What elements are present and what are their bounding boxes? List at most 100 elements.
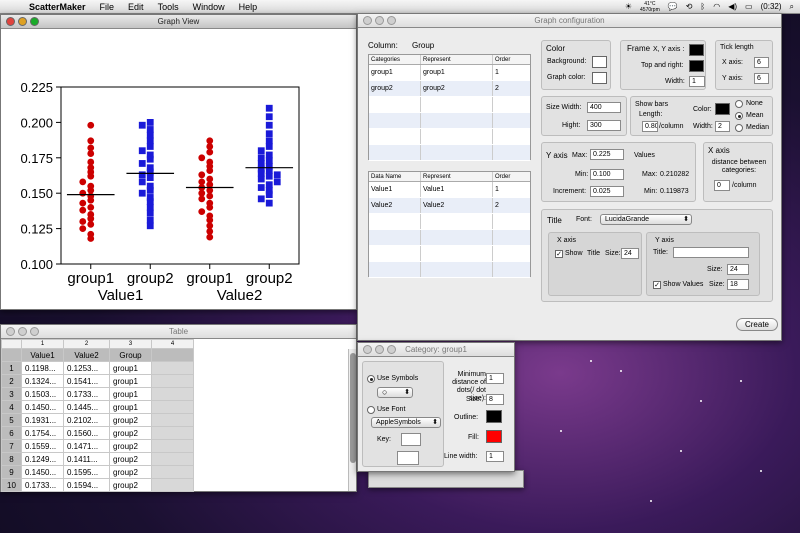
list-item[interactable]	[369, 129, 530, 145]
table-row[interactable]: 5 0.1931... 0.2102... group2	[1, 413, 349, 427]
minimize-icon[interactable]	[18, 327, 27, 336]
table-cell[interactable]: group1	[109, 387, 152, 401]
scroll-thumb[interactable]	[350, 353, 356, 463]
menu-edit[interactable]: Edit	[121, 2, 151, 12]
menu-window[interactable]: Window	[186, 2, 232, 12]
header-represent[interactable]: Represent	[421, 172, 493, 181]
battery-time[interactable]: (0:32)	[761, 2, 782, 11]
close-icon[interactable]	[6, 17, 15, 26]
table-cell[interactable]: 0.1541...	[63, 374, 110, 388]
key-field[interactable]	[401, 433, 421, 446]
bars-median-radio[interactable]	[735, 124, 743, 132]
table-cell[interactable]	[151, 452, 194, 466]
list-item[interactable]	[369, 214, 530, 230]
close-icon[interactable]	[6, 327, 15, 336]
table-cell[interactable]	[151, 465, 194, 479]
table-cell[interactable]: group2	[109, 478, 152, 492]
table-cell[interactable]: 0.1450...	[21, 400, 64, 414]
table-cell[interactable]: group2	[109, 439, 152, 453]
table-cell[interactable]: 0.1253...	[63, 361, 110, 375]
use-symbols-radio[interactable]	[367, 375, 375, 383]
menu-help[interactable]: Help	[232, 2, 265, 12]
x-distance-field[interactable]: 0	[714, 180, 730, 191]
font-popup[interactable]: AppleSymbols	[371, 417, 441, 428]
x-show-checkbox[interactable]: ✓	[555, 250, 563, 258]
table-cell[interactable]: 0.1931...	[21, 413, 64, 427]
create-button[interactable]: Create	[736, 318, 778, 331]
temp-readout[interactable]: 41°C 4570rpm	[640, 1, 660, 13]
header-order[interactable]: Order	[493, 55, 530, 64]
timemachine-icon[interactable]: ⟲	[686, 2, 693, 11]
y-max-field[interactable]: 0.225	[590, 149, 624, 160]
table-cell[interactable]: 0.1445...	[63, 400, 110, 414]
zoom-icon[interactable]	[30, 327, 39, 336]
list-item[interactable]	[369, 113, 530, 129]
y-size-field[interactable]: 24	[727, 264, 749, 275]
table-cell[interactable]: 0.1471...	[63, 439, 110, 453]
close-icon[interactable]	[363, 345, 372, 354]
graph-color-swatch[interactable]	[592, 72, 607, 84]
table-row[interactable]: 3 0.1503... 0.1733... group1	[1, 387, 349, 401]
table-cell[interactable]: group1	[109, 400, 152, 414]
tick-x-field[interactable]: 6	[754, 57, 769, 68]
fill-color-swatch[interactable]	[486, 430, 502, 443]
table-cell[interactable]: 0.1733...	[21, 478, 64, 492]
bluetooth-icon[interactable]: ᛒ	[700, 2, 705, 11]
table-cell[interactable]	[151, 439, 194, 453]
header-categories[interactable]: Categories	[369, 55, 421, 64]
volume-icon[interactable]: ◀)	[728, 2, 737, 11]
table-cell[interactable]: 0.1450...	[21, 465, 64, 479]
table-cell[interactable]: 0.1198...	[21, 361, 64, 375]
table-cell[interactable]: group1	[109, 374, 152, 388]
zoom-icon[interactable]	[387, 345, 396, 354]
table-row[interactable]: 8 0.1249... 0.1411... group2	[1, 452, 349, 466]
menu-file[interactable]: File	[93, 2, 122, 12]
chat-icon[interactable]: 💬	[668, 2, 678, 11]
tick-y-field[interactable]: 6	[754, 73, 769, 84]
table-row[interactable]: 9 0.1450... 0.1595... group2	[1, 465, 349, 479]
min-distance-field[interactable]: 1	[486, 373, 504, 384]
table-cell[interactable]	[151, 400, 194, 414]
size-width-field[interactable]: 400	[587, 102, 621, 113]
table-row[interactable]: 10 0.1733... 0.1594... group2	[1, 478, 349, 492]
header-represent[interactable]: Represent	[421, 55, 493, 64]
y-title-field[interactable]	[673, 247, 749, 258]
table-cell[interactable]	[151, 387, 194, 401]
minimize-icon[interactable]	[375, 16, 384, 25]
line-width-field[interactable]: 1	[486, 451, 504, 462]
bar-width-field[interactable]: 2	[715, 121, 730, 132]
table-cell[interactable]: 0.2102...	[63, 413, 110, 427]
xy-axis-color-swatch[interactable]	[689, 44, 704, 56]
header-cell[interactable]: Value1	[21, 348, 64, 362]
table-cell[interactable]: 0.1503...	[21, 387, 64, 401]
table-row[interactable]: 6 0.1754... 0.1560... group2	[1, 426, 349, 440]
header-cell[interactable]: Group	[109, 348, 152, 362]
symbol-popup[interactable]: ○	[377, 387, 413, 398]
table-scrollbar[interactable]	[348, 349, 356, 491]
config-titlebar[interactable]: Graph configuration	[358, 14, 781, 28]
list-item[interactable]	[369, 145, 530, 161]
top-right-color-swatch[interactable]	[689, 60, 704, 72]
bar-length-field[interactable]: 0.80	[642, 121, 658, 132]
table-row[interactable]: 1 0.1198... 0.1253... group1	[1, 361, 349, 375]
y-increment-field[interactable]: 0.025	[590, 186, 624, 197]
list-item[interactable]	[369, 230, 530, 246]
table-cell[interactable]	[151, 361, 194, 375]
title-font-popup[interactable]: LucidaGrande	[600, 214, 692, 225]
zoom-icon[interactable]	[30, 17, 39, 26]
x-size-field[interactable]: 24	[621, 248, 639, 259]
list-item[interactable]	[369, 246, 530, 262]
y-min-field[interactable]: 0.100	[590, 169, 624, 180]
frame-width-field[interactable]: 1	[689, 76, 705, 87]
menu-tools[interactable]: Tools	[151, 2, 186, 12]
bars-mean-radio[interactable]	[735, 112, 743, 120]
categories-list[interactable]: Categories Represent Order group1 group1 1…	[368, 54, 531, 161]
table-cell[interactable]	[151, 374, 194, 388]
menu-app[interactable]: ScatterMaker	[22, 2, 93, 12]
table-cell[interactable]: 0.1559...	[21, 439, 64, 453]
table-cell[interactable]: 0.1595...	[63, 465, 110, 479]
table-cell[interactable]: 0.1249...	[21, 452, 64, 466]
wifi-icon[interactable]: ◠	[713, 2, 720, 11]
graph-view-titlebar[interactable]: Graph View	[1, 15, 356, 29]
background-color-swatch[interactable]	[592, 56, 607, 68]
